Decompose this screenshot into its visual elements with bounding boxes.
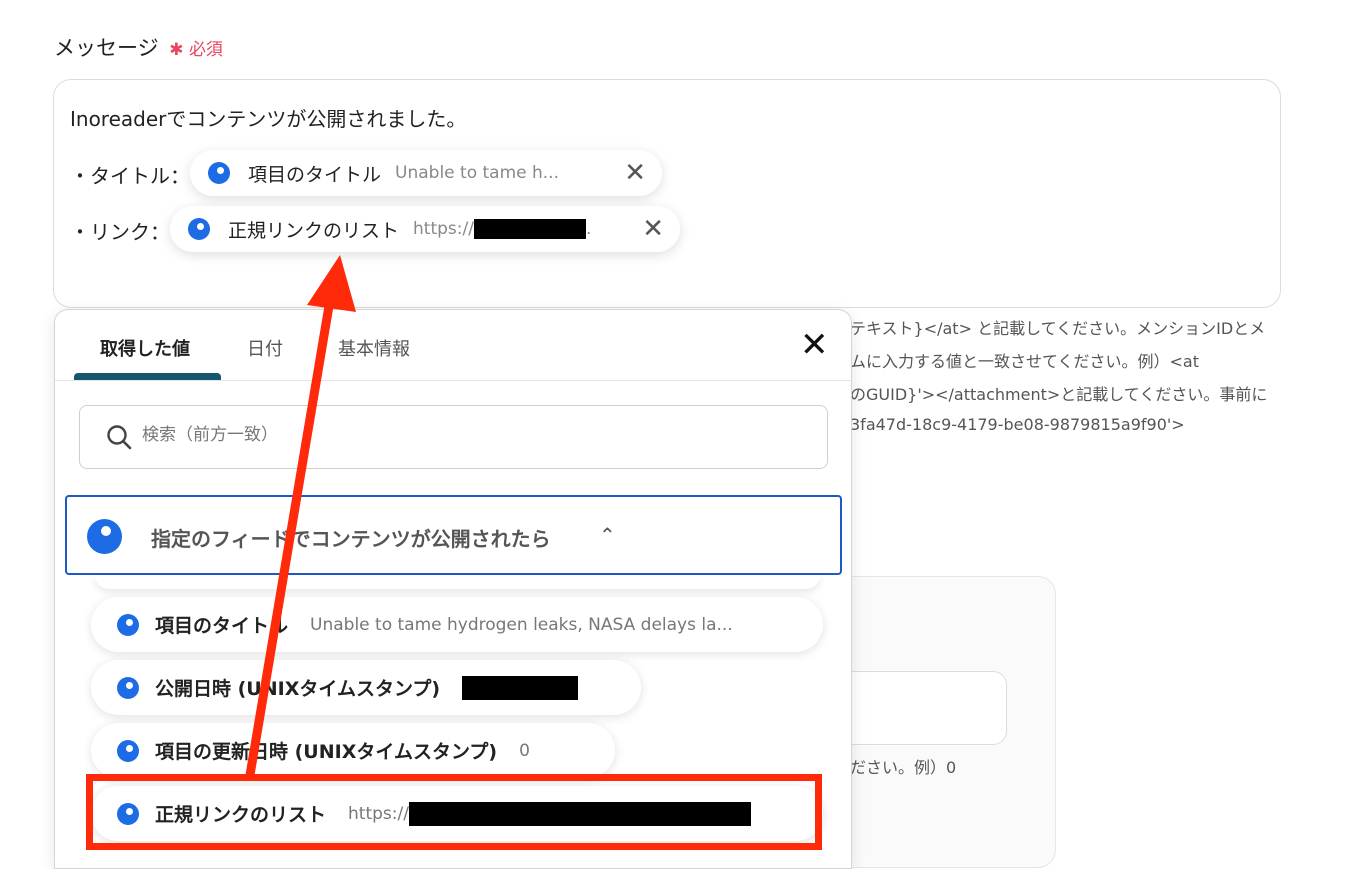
item-value: Unable to tame hydrogen leaks, NASA dela… — [310, 614, 733, 635]
help-text-line: 3fa47d-18c9-4179-be08-9879815a9f90'> — [850, 415, 1185, 434]
variable-dot-icon — [117, 613, 139, 636]
required-label: 必須 — [188, 40, 223, 60]
item-name: 項目のタイトル — [155, 615, 289, 637]
redacted-block — [462, 675, 579, 700]
tab-acquired-values[interactable]: 取得した値 — [100, 335, 190, 361]
trigger-group-title: 指定のフィードでコンテンツが公開されたら — [151, 527, 551, 551]
title-variable-chip[interactable]: 項目のタイトル Unable to tame h... ✕ — [190, 150, 662, 196]
group-list-edge — [95, 575, 820, 589]
tab-basic-info[interactable]: 基本情報 — [338, 335, 410, 361]
editor-link-row-label: ・リンク： — [70, 220, 170, 244]
editor-title-row-label: ・タイトル： — [70, 164, 190, 188]
chip-value-suffix: . — [585, 219, 592, 239]
search-input[interactable] — [140, 424, 744, 446]
trigger-group-header[interactable]: 指定のフィードでコンテンツが公開されたら ⌃ — [65, 495, 842, 575]
redacted-block — [473, 219, 586, 239]
remove-chip-icon[interactable]: ✕ — [642, 216, 664, 242]
item-name: 公開日時 (UNIXタイムスタンプ) — [155, 678, 441, 700]
help-text-line: テキスト}</at> と記載してください。メンションIDとメ — [850, 319, 1266, 338]
trigger-dot-icon — [87, 519, 122, 554]
tab-divider — [55, 380, 851, 381]
list-item[interactable]: 項目のタイトル Unable to tame hydrogen leaks, N… — [91, 597, 823, 652]
help-text-line: のGUID}'></attachment>と記載してください。事前に — [850, 385, 1268, 404]
close-icon[interactable]: ✕ — [800, 328, 829, 362]
search-box[interactable] — [79, 405, 828, 469]
required-asterisk-icon: ✱ — [169, 40, 184, 60]
field-label-text: メッセージ — [54, 36, 159, 60]
variable-dot-icon — [117, 676, 139, 699]
list-item[interactable]: 項目の更新日時 (UNIXタイムスタンプ) 0 — [91, 723, 615, 778]
editor-text-line: Inoreaderでコンテンツが公開されました。 — [70, 107, 467, 131]
background-help-text: ださい。例）0 — [850, 758, 957, 777]
search-icon — [107, 425, 132, 450]
list-item[interactable]: 公開日時 (UNIXタイムスタンプ) — [91, 660, 641, 715]
item-value — [462, 675, 579, 700]
help-text-line: ムに入力する値と一致させてください。例）<at — [850, 352, 1200, 371]
chip-value: https://. — [413, 219, 591, 239]
background-input[interactable] — [830, 671, 1007, 745]
chip-value: Unable to tame h... — [395, 163, 559, 183]
variable-dot-icon — [208, 162, 230, 184]
annotation-highlight-box — [86, 774, 822, 850]
link-variable-chip[interactable]: 正規リンクのリスト https://. ✕ — [170, 206, 680, 252]
chevron-up-icon[interactable]: ⌃ — [599, 523, 616, 547]
chip-value-prefix: https:// — [413, 219, 474, 239]
required-indicator: ✱ 必須 — [169, 40, 223, 60]
active-tab-indicator — [74, 373, 221, 380]
message-field-label: メッセージ ✱ 必須 — [54, 32, 223, 62]
chip-name: 正規リンクのリスト — [228, 219, 400, 242]
remove-chip-icon[interactable]: ✕ — [624, 160, 646, 186]
item-value: 0 — [519, 740, 530, 761]
chip-name: 項目のタイトル — [248, 163, 382, 186]
tab-date[interactable]: 日付 — [247, 335, 283, 361]
variable-dot-icon — [188, 218, 210, 240]
variable-dot-icon — [117, 739, 139, 762]
item-name: 項目の更新日時 (UNIXタイムスタンプ) — [155, 741, 498, 763]
